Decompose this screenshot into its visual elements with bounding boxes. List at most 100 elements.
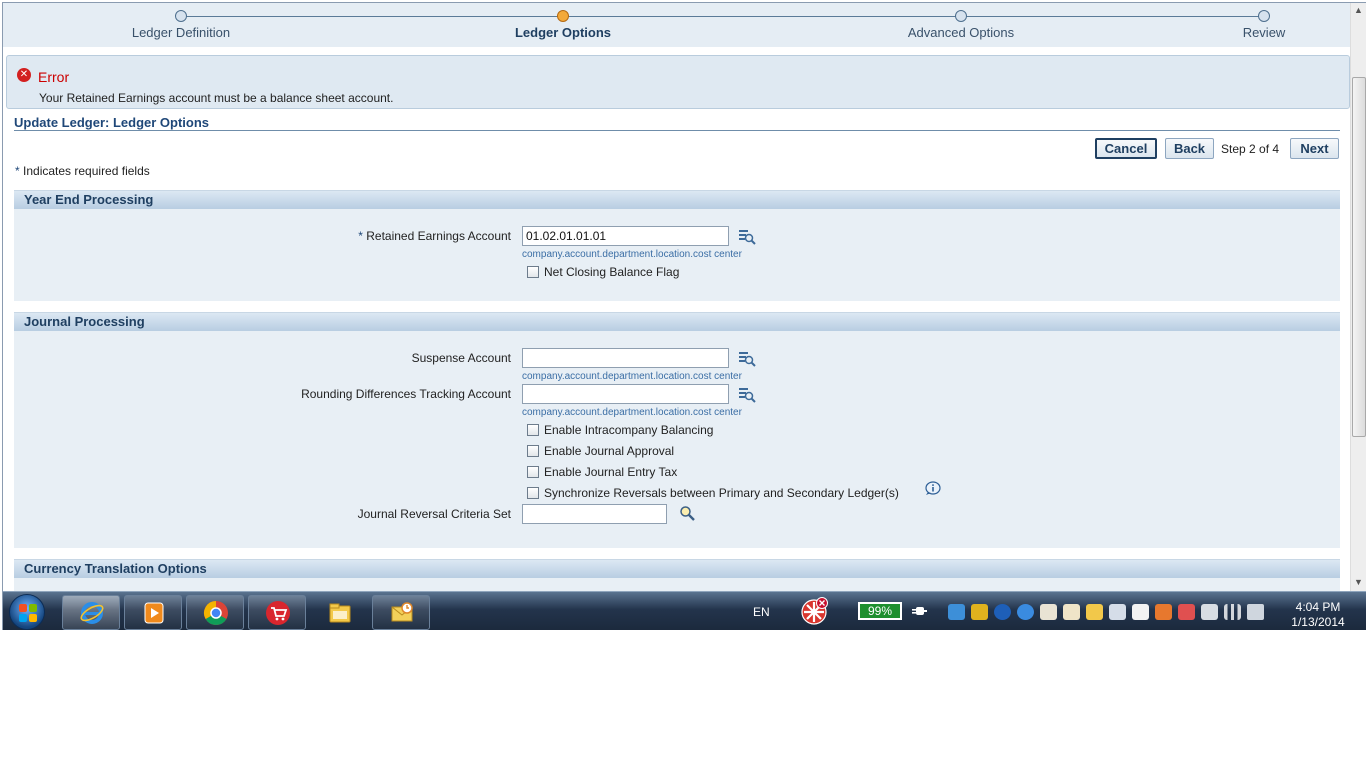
scroll-up-arrow[interactable]: ▲	[1354, 5, 1363, 15]
train-step-ledger-options: Ledger Options	[488, 10, 638, 40]
required-star: *	[15, 164, 20, 178]
section-header-currency: Currency Translation Options	[14, 559, 1340, 578]
retained-earnings-input[interactable]	[522, 226, 729, 246]
action-center-icon[interactable]	[798, 596, 830, 628]
checkbox[interactable]	[527, 266, 539, 278]
checkbox-label: Net Closing Balance Flag	[544, 265, 680, 279]
network-drive-icon[interactable]	[1132, 604, 1149, 620]
security-shield-icon[interactable]	[971, 604, 988, 620]
checkbox[interactable]	[527, 466, 539, 478]
file-explorer-icon	[329, 603, 351, 623]
back-button[interactable]: Back	[1165, 138, 1214, 159]
required-note-text: Indicates required fields	[23, 164, 150, 178]
sync-icon[interactable]	[1017, 604, 1034, 620]
step-dot	[955, 10, 967, 22]
battery-indicator[interactable]: 99%	[858, 602, 902, 620]
outlook-icon	[391, 602, 413, 622]
clock-time: 4:04 PM	[1295, 600, 1341, 614]
reversal-criteria-label: Journal Reversal Criteria Set	[357, 507, 511, 521]
java-icon[interactable]	[1040, 604, 1057, 620]
step-label: Review	[1242, 25, 1286, 40]
account-format-hint: company.account.department.location.cost…	[522, 249, 742, 260]
scroll-down-arrow[interactable]: ▼	[1354, 577, 1363, 587]
step-label: Ledger Options	[514, 25, 612, 40]
suspense-account-input[interactable]	[522, 348, 729, 368]
dropbox-icon[interactable]	[948, 604, 965, 620]
error-message-box: ✕ Error Your Retained Earnings account m…	[6, 55, 1350, 109]
info-icon[interactable]	[924, 481, 941, 496]
start-button[interactable]	[9, 594, 45, 630]
step-dot	[1258, 10, 1270, 22]
required-fields-note: * Indicates required fields	[15, 164, 150, 178]
flag-alert-icon[interactable]	[1178, 604, 1195, 620]
wifi-signal-icon[interactable]	[1224, 604, 1241, 620]
account-format-hint: company.account.department.location.cost…	[522, 371, 742, 382]
process-train: Ledger Definition Ledger Options Advance…	[3, 3, 1350, 47]
update-icon[interactable]	[1155, 604, 1172, 620]
java-update-icon[interactable]	[1063, 604, 1080, 620]
windows-logo-icon	[19, 604, 37, 622]
page: Ledger Definition Ledger Options Advance…	[3, 3, 1350, 591]
checkbox[interactable]	[527, 487, 539, 499]
account-format-hint: company.account.department.location.cost…	[522, 407, 742, 418]
system-clock[interactable]: 4:04 PM 1/13/2014	[1283, 600, 1353, 630]
taskbar-app-file-explorer[interactable]	[310, 595, 368, 630]
scrollbar-thumb[interactable]	[1352, 77, 1366, 437]
section-header-year-end: Year End Processing	[14, 190, 1340, 209]
train-line	[181, 16, 1264, 17]
title-divider	[14, 130, 1340, 131]
retained-earnings-label-text: Retained Earnings Account	[366, 229, 511, 243]
taskbar-app-shopping[interactable]	[248, 595, 306, 630]
checkbox-label: Enable Journal Approval	[544, 444, 675, 458]
taskbar: EN 99% 4:04 PM 1/13/2014	[3, 591, 1366, 630]
retained-earnings-label: * Retained Earnings Account	[303, 229, 511, 243]
vertical-scrollbar[interactable]: ▲ ▼	[1350, 3, 1366, 591]
journal-approval-checkbox[interactable]: Enable Journal Approval	[527, 443, 674, 459]
clock-date: 1/13/2014	[1291, 615, 1345, 629]
account-lookup-icon[interactable]	[738, 351, 756, 367]
bluetooth-icon[interactable]	[994, 604, 1011, 620]
display-icon[interactable]	[1109, 604, 1126, 620]
shopping-cart-icon	[266, 601, 290, 625]
train-step-ledger-definition[interactable]: Ledger Definition	[106, 10, 256, 40]
error-icon: ✕	[17, 68, 31, 82]
train-step-review[interactable]: Review	[1189, 10, 1339, 40]
step-dot	[175, 10, 187, 22]
checkbox-label: Enable Intracompany Balancing	[544, 423, 714, 437]
step-indicator: Step 2 of 4	[1221, 142, 1280, 156]
intracompany-balancing-checkbox[interactable]: Enable Intracompany Balancing	[527, 422, 713, 438]
page-title: Update Ledger: Ledger Options	[14, 115, 210, 130]
media-player-icon	[144, 602, 164, 624]
checkbox-label: Synchronize Reversals between Primary an…	[544, 486, 899, 500]
volume-icon[interactable]	[1247, 604, 1264, 620]
usb-device-icon[interactable]	[1201, 604, 1218, 620]
cancel-button[interactable]: Cancel	[1095, 138, 1157, 159]
notification-icon[interactable]	[1086, 604, 1103, 620]
account-lookup-icon[interactable]	[738, 387, 756, 403]
error-title: Error	[38, 69, 70, 85]
error-message: Your Retained Earnings account must be a…	[39, 91, 394, 105]
checkbox[interactable]	[527, 445, 539, 457]
taskbar-app-chrome[interactable]	[186, 595, 244, 630]
taskbar-app-internet-explorer[interactable]	[62, 595, 120, 630]
suspense-account-label: Suspense Account	[411, 351, 511, 365]
screen: Ledger Definition Ledger Options Advance…	[2, 2, 1366, 630]
train-step-advanced-options[interactable]: Advanced Options	[886, 10, 1036, 40]
rounding-account-input[interactable]	[522, 384, 729, 404]
journal-entry-tax-checkbox[interactable]: Enable Journal Entry Tax	[527, 464, 677, 480]
step-dot-active	[557, 10, 569, 22]
reversal-criteria-input[interactable]	[522, 504, 667, 524]
taskbar-app-outlook[interactable]	[372, 595, 430, 630]
checkbox[interactable]	[527, 424, 539, 436]
language-indicator[interactable]: EN	[753, 605, 770, 619]
search-icon[interactable]	[679, 505, 695, 521]
account-lookup-icon[interactable]	[738, 229, 756, 245]
step-label: Ledger Definition	[131, 25, 231, 40]
rounding-account-label: Rounding Differences Tracking Account	[301, 387, 511, 401]
next-button[interactable]: Next	[1290, 138, 1339, 159]
taskbar-app-media-player[interactable]	[124, 595, 182, 630]
synchronize-reversals-checkbox[interactable]: Synchronize Reversals between Primary an…	[527, 485, 899, 501]
net-closing-balance-checkbox[interactable]: Net Closing Balance Flag	[527, 264, 679, 280]
checkbox-label: Enable Journal Entry Tax	[544, 465, 678, 479]
power-plug-icon[interactable]	[911, 604, 927, 618]
